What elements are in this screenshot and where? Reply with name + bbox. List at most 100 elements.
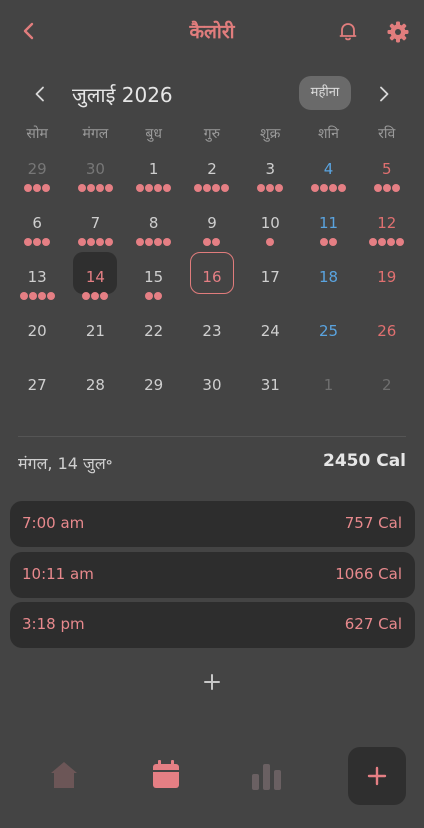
calendar-day[interactable]: 2 xyxy=(358,364,416,418)
calendar-day[interactable]: 30 xyxy=(183,364,241,418)
calendar-day-number: 1 xyxy=(323,376,334,394)
calendar-day[interactable]: 8 xyxy=(125,202,183,256)
calendar-day[interactable]: 25 xyxy=(299,310,357,364)
calendar-day[interactable]: 19 xyxy=(358,256,416,310)
bell-icon[interactable] xyxy=(337,20,359,42)
meal-indicator-dots xyxy=(8,237,66,246)
month-label[interactable]: जुलाई 2026 xyxy=(72,81,173,108)
meal-dot xyxy=(42,238,51,246)
divider xyxy=(18,436,406,437)
meal-dot xyxy=(154,184,163,192)
calendar-day[interactable]: 9 xyxy=(183,202,241,256)
meal-dot xyxy=(391,184,400,192)
meal-dot xyxy=(33,238,42,246)
daily-total-calories: 2450 Cal xyxy=(322,451,406,471)
calendar-day[interactable]: 12 xyxy=(358,202,416,256)
calendar-day[interactable]: 15 xyxy=(125,256,183,310)
meal-dot xyxy=(77,184,86,192)
meal-time: 10:11 am xyxy=(22,565,94,583)
prev-month-chevron-left-icon[interactable] xyxy=(30,84,50,104)
weekday-label: रवि xyxy=(378,126,396,142)
meal-dot xyxy=(373,184,382,192)
calendar-day-number: 8 xyxy=(148,214,159,232)
meal-entry[interactable]: 7:00 am 757 Cal xyxy=(10,501,415,547)
calendar-day[interactable]: 20 xyxy=(8,310,66,364)
calendar-day[interactable]: 27 xyxy=(8,364,66,418)
calendar-day-number: 23 xyxy=(202,322,222,340)
calendar-day[interactable]: 30 xyxy=(66,148,124,202)
view-mode-button[interactable]: महीना xyxy=(299,76,351,110)
calendar-day[interactable]: 21 xyxy=(66,310,124,364)
meal-entry[interactable]: 10:11 am 1066 Cal xyxy=(10,552,415,598)
calendar-day-number: 7 xyxy=(90,214,101,232)
calendar-day[interactable]: 26 xyxy=(358,310,416,364)
calendar-day-number: 20 xyxy=(27,322,47,340)
meal-dot xyxy=(82,292,91,300)
calendar-day-number: 18 xyxy=(318,268,339,286)
meal-indicator-dots xyxy=(8,183,66,192)
home-icon[interactable] xyxy=(48,758,80,792)
meal-dot xyxy=(329,184,338,192)
calendar-day[interactable]: 14 xyxy=(66,252,124,310)
meal-dot xyxy=(378,238,387,246)
calendar-day[interactable]: 5 xyxy=(358,148,416,202)
calendar-day[interactable]: 11 xyxy=(299,202,357,256)
meal-dot xyxy=(311,184,320,192)
calendar-day[interactable]: 17 xyxy=(241,256,299,310)
calendar-day[interactable]: 18 xyxy=(299,256,357,310)
calendar-day[interactable]: 6 xyxy=(8,202,66,256)
weekday-label: मंगल xyxy=(82,126,109,142)
calendar-day[interactable]: 29 xyxy=(8,148,66,202)
calendar-day[interactable]: 4 xyxy=(299,148,357,202)
next-month-chevron-right-icon[interactable] xyxy=(374,84,394,104)
meal-dot xyxy=(42,184,51,192)
selected-date: मंगल, 14 जुल॰ xyxy=(18,454,113,473)
calendar-day[interactable]: 3 xyxy=(241,148,299,202)
meal-dot xyxy=(86,184,95,192)
calendar-day[interactable]: 29 xyxy=(125,364,183,418)
meal-indicator-dots xyxy=(241,183,299,192)
calendar-day[interactable]: 2 xyxy=(183,148,241,202)
calendar-day[interactable]: 24 xyxy=(241,310,299,364)
gear-icon[interactable] xyxy=(386,20,410,44)
calendar-day-number: 11 xyxy=(318,214,339,232)
calendar-day[interactable]: 1 xyxy=(299,364,357,418)
calendar-day[interactable]: 13 xyxy=(8,256,66,310)
meal-dot xyxy=(329,238,338,246)
meal-dot xyxy=(154,238,163,246)
meal-dot xyxy=(95,184,104,192)
calendar-day[interactable]: 28 xyxy=(66,364,124,418)
calendar-day[interactable]: 10 xyxy=(241,202,299,256)
meal-dot xyxy=(86,238,95,246)
calendar-day-number: 2 xyxy=(207,160,217,178)
meal-dot xyxy=(369,238,378,246)
plus-icon xyxy=(367,766,387,786)
weekday-label: गुरु xyxy=(203,126,221,142)
meal-dot xyxy=(24,184,33,192)
calendar-day[interactable]: 7 xyxy=(66,202,124,256)
meal-dot xyxy=(91,292,100,300)
calendar-day[interactable]: 23 xyxy=(183,310,241,364)
calendar-day[interactable]: 16 xyxy=(183,252,241,310)
day-summary: मंगल, 14 जुल॰ 2450 Cal xyxy=(0,450,424,474)
calendar-day-number: 21 xyxy=(85,322,105,340)
add-entry-plus-icon[interactable] xyxy=(200,670,224,694)
meal-dot xyxy=(145,292,154,300)
meal-entry[interactable]: 3:18 pm 627 Cal xyxy=(10,602,415,648)
calendar-day[interactable]: 22 xyxy=(125,310,183,364)
calendar-day[interactable]: 31 xyxy=(241,364,299,418)
meal-dot xyxy=(19,292,28,300)
meal-indicator-dots xyxy=(125,291,183,300)
add-fab-button[interactable] xyxy=(348,747,406,805)
calendar-day[interactable]: 1 xyxy=(125,148,183,202)
meal-indicator-dots xyxy=(241,237,299,246)
calendar-icon[interactable] xyxy=(150,758,182,792)
month-header: जुलाई 2026 महीना xyxy=(0,72,424,116)
meal-indicator-dots xyxy=(66,291,124,300)
weekday-label: बुध xyxy=(145,126,162,142)
meal-dot xyxy=(320,238,329,246)
calendar-day-number: 13 xyxy=(27,268,47,286)
meal-dot xyxy=(46,292,55,300)
meal-dot xyxy=(33,184,42,192)
bar-chart-icon[interactable] xyxy=(250,760,284,792)
